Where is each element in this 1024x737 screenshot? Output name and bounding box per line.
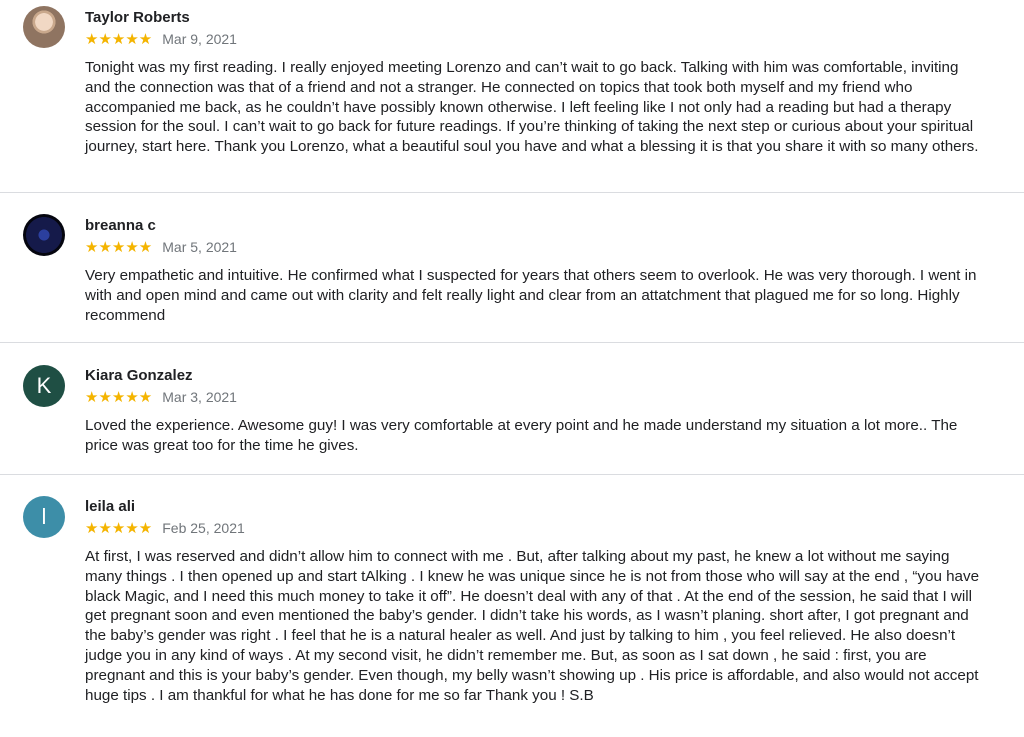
review-divider — [0, 192, 1024, 193]
star-rating-icon: ★★★★★ — [85, 238, 153, 256]
review-text: At first, I was reserved and didn’t allo… — [85, 548, 980, 704]
avatar-letter: K — [36, 373, 52, 398]
star-rating-icon: ★★★★★ — [85, 388, 153, 406]
reviewer-name[interactable]: breanna c — [85, 217, 156, 234]
avatar-letter: l — [41, 504, 47, 529]
reviewer-avatar[interactable] — [23, 214, 65, 256]
reviewer-name[interactable]: Kiara Gonzalez — [85, 367, 193, 384]
reviewer-avatar[interactable] — [23, 6, 65, 48]
review-date: Mar 9, 2021 — [162, 31, 237, 47]
review-text: Tonight was my first reading. I really e… — [85, 59, 979, 156]
reviewer-avatar[interactable]: K — [23, 365, 65, 407]
review-text: Loved the experience. Awesome guy! I was… — [85, 417, 958, 454]
review-date: Feb 25, 2021 — [162, 520, 245, 536]
review-date: Mar 5, 2021 — [162, 239, 237, 255]
rating-row: ★★★★★ Mar 5, 2021 — [85, 238, 237, 256]
review-text: Very empathetic and intuitive. He confir… — [85, 267, 977, 324]
rating-row: ★★★★★ Feb 25, 2021 — [85, 519, 245, 537]
star-rating-icon: ★★★★★ — [85, 30, 153, 48]
review-divider — [0, 342, 1024, 343]
rating-row: ★★★★★ Mar 9, 2021 — [85, 30, 237, 48]
review-date: Mar 3, 2021 — [162, 389, 237, 405]
star-rating-icon: ★★★★★ — [85, 519, 153, 537]
rating-row: ★★★★★ Mar 3, 2021 — [85, 388, 237, 406]
reviewer-name[interactable]: Taylor Roberts — [85, 9, 190, 26]
review-divider — [0, 474, 1024, 475]
reviewer-avatar[interactable]: l — [23, 496, 65, 538]
reviewer-name[interactable]: leila ali — [85, 498, 135, 515]
